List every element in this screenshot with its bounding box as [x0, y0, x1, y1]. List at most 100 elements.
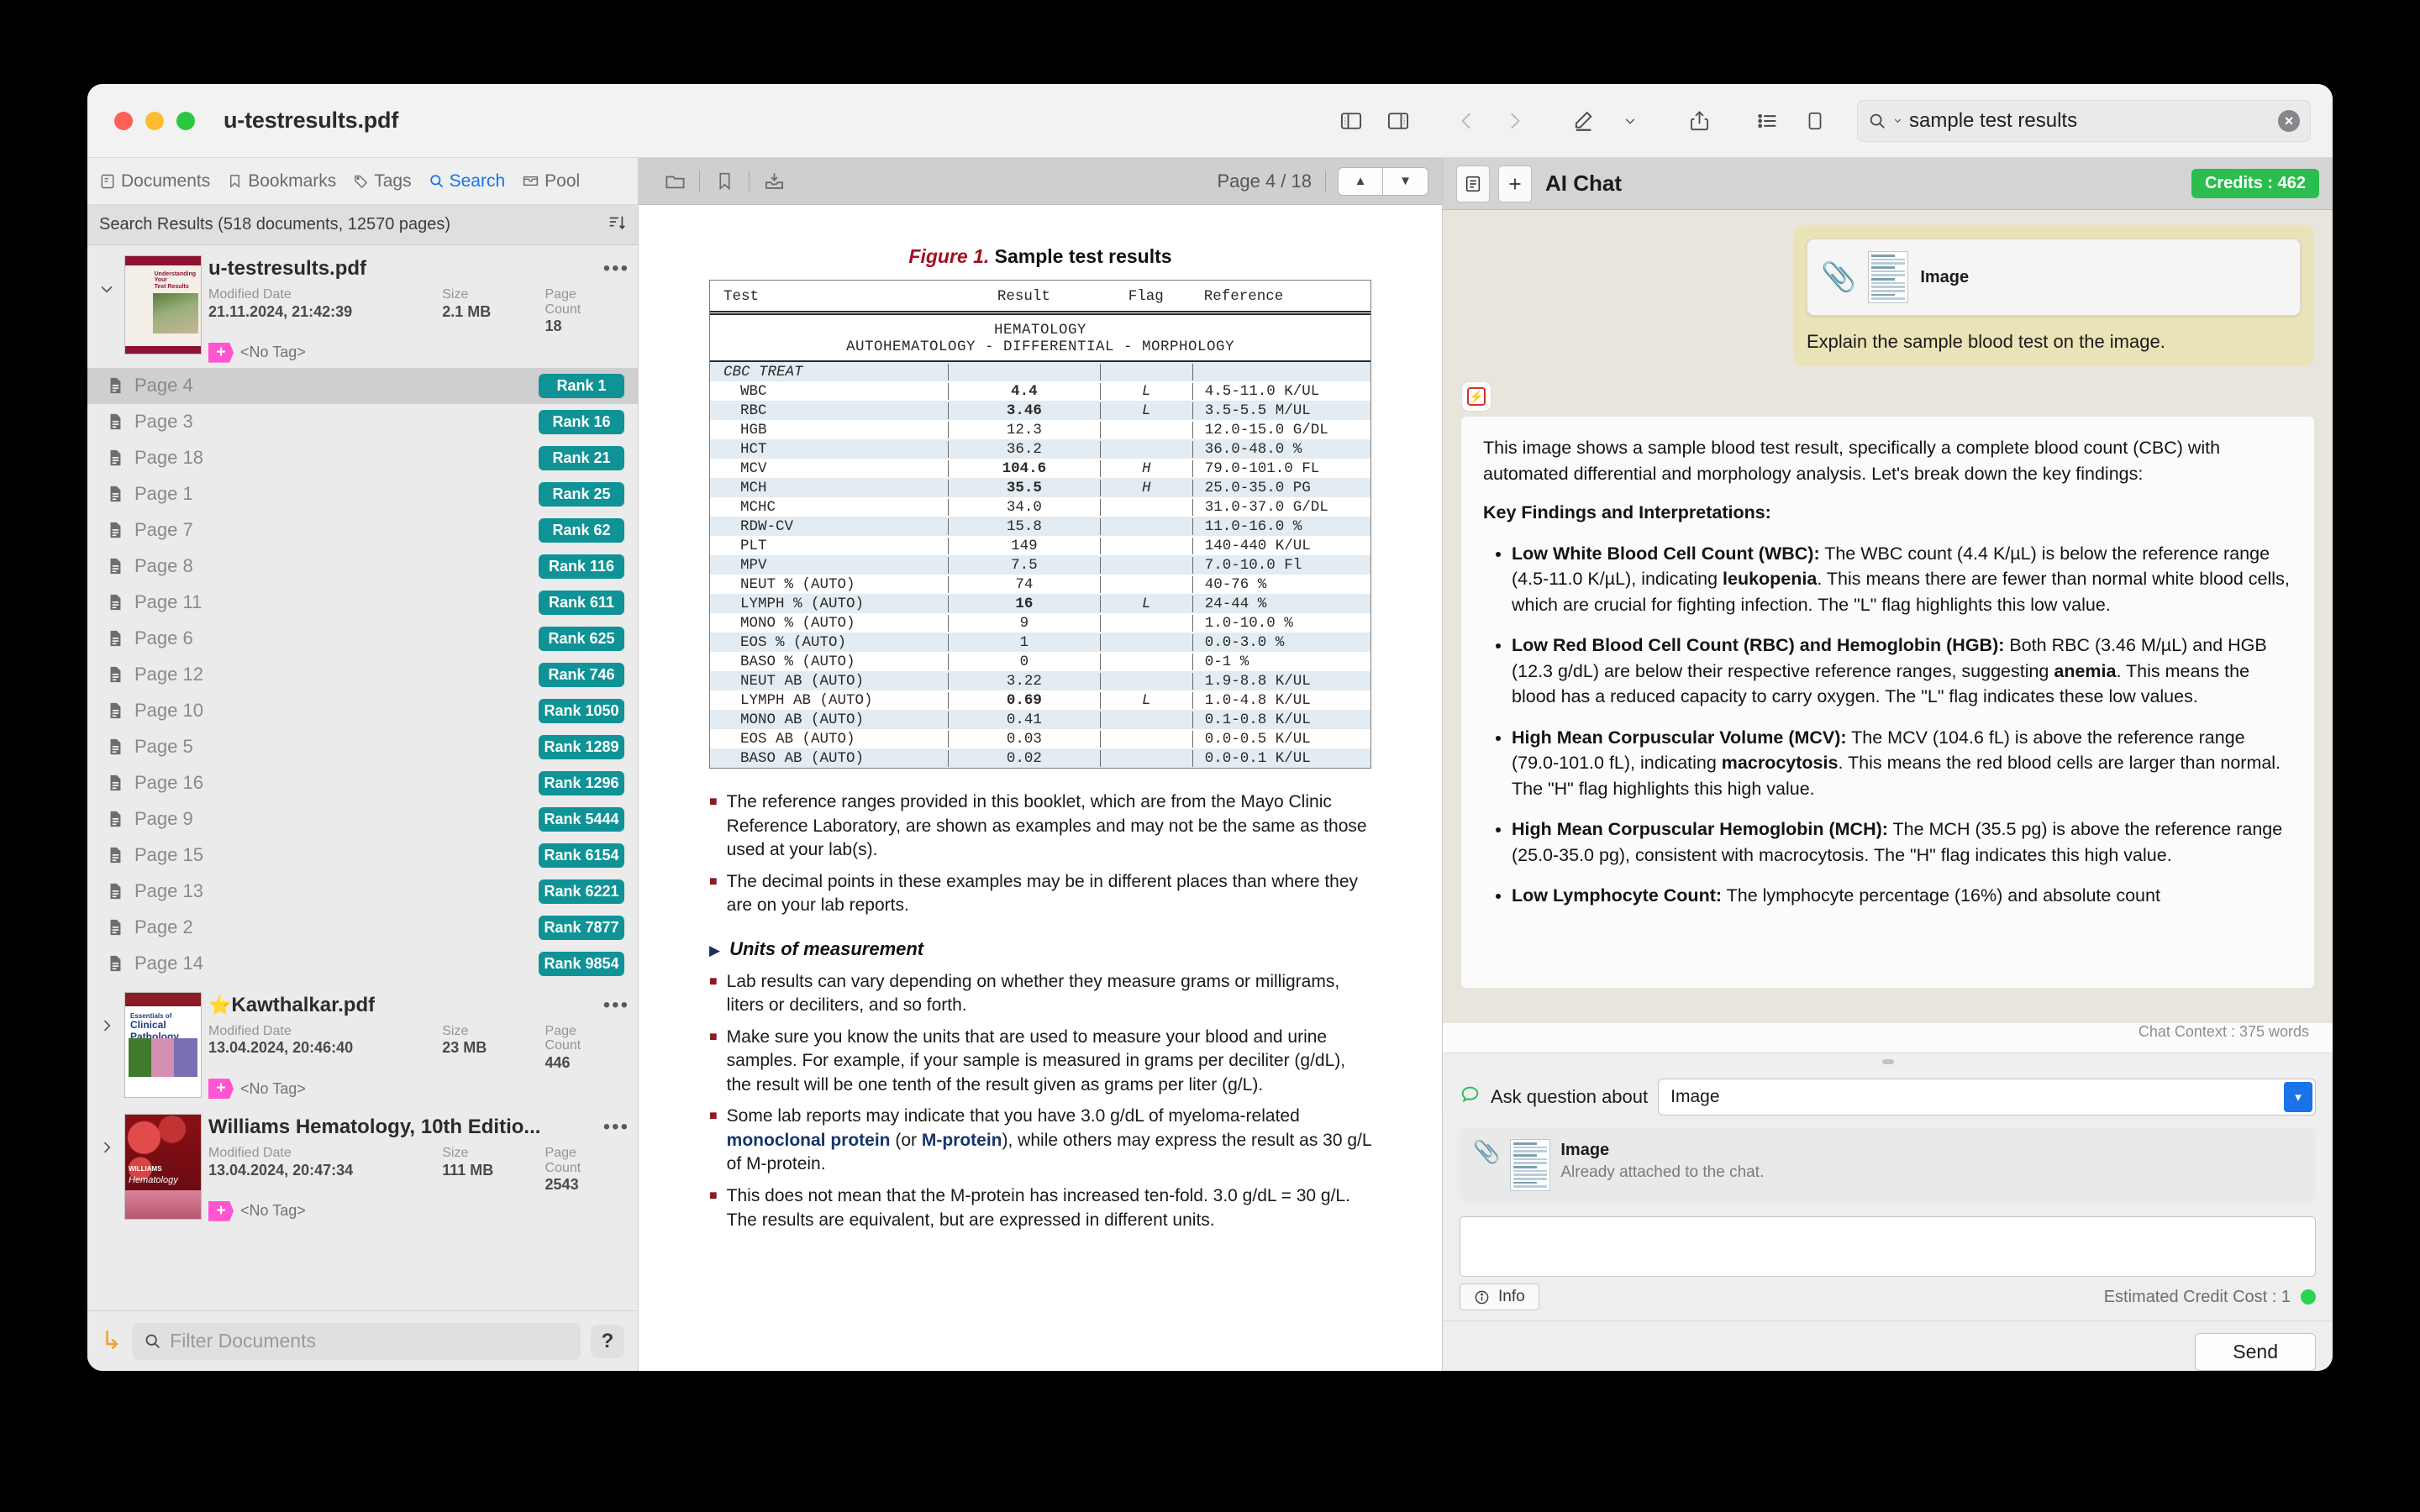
add-tag-button[interactable]: + [208, 342, 234, 363]
page-result-row[interactable]: Page 2 Rank 7877 [87, 910, 638, 946]
cell-reference: 1.0-4.8 K/UL [1192, 691, 1370, 709]
table-row: RDW-CV 15.8 11.0-16.0 % [710, 517, 1370, 536]
chat-title: AI Chat [1545, 171, 1622, 196]
previous-page-button[interactable]: ▲ [1338, 166, 1383, 196]
table-row: HGB 12.3 12.0-15.0 G/DL [710, 420, 1370, 439]
close-window-button[interactable] [114, 111, 133, 130]
cell-flag [1099, 653, 1192, 670]
page-result-row[interactable]: Page 12 Rank 746 [87, 657, 638, 693]
sidebar-tab-documents[interactable]: Documents [99, 171, 210, 192]
help-button[interactable]: ? [591, 1324, 624, 1358]
ask-about-select[interactable]: Image ▾ [1658, 1079, 2316, 1116]
page-result-row[interactable]: Page 16 Rank 1296 [87, 765, 638, 801]
cell-result: 74 [947, 575, 1100, 593]
pending-attachment[interactable]: 📎 Image Already attached to the chat. [1460, 1127, 2316, 1203]
chevron-down-icon[interactable] [96, 255, 118, 363]
return-arrow-icon[interactable]: ↳ [101, 1326, 122, 1356]
page-icon [106, 701, 124, 720]
add-tag-button[interactable]: + [208, 1200, 234, 1221]
chevron-down-icon[interactable] [1607, 97, 1654, 144]
assistant-heading: Key Findings and Interpretations: [1483, 502, 1771, 523]
column-header-result: Result [997, 288, 1050, 305]
page-view-icon[interactable] [1791, 97, 1839, 144]
pdf-page-content[interactable]: Figure 1. Sample test results Test Resul… [639, 205, 1442, 1371]
page-result-row[interactable]: Page 10 Rank 1050 [87, 693, 638, 729]
maximize-window-button[interactable] [176, 111, 195, 130]
cell-reference: 3.5-5.5 M/UL [1192, 402, 1370, 419]
page-result-row[interactable]: Page 13 Rank 6221 [87, 874, 638, 910]
page-result-row[interactable]: Page 14 Rank 9854 [87, 946, 638, 982]
annotate-icon[interactable] [1560, 97, 1607, 144]
forward-icon[interactable] [1491, 97, 1538, 144]
minimize-window-button[interactable] [145, 111, 164, 130]
list-icon[interactable] [1744, 97, 1791, 144]
sidebar-tab-search[interactable]: Search [429, 171, 505, 192]
attachment-name: Image [1920, 267, 1970, 286]
page-label: Page 9 [134, 808, 193, 830]
info-button[interactable]: Info [1460, 1284, 1539, 1310]
page-result-row[interactable]: Page 1 Rank 25 [87, 476, 638, 512]
new-chat-plus-icon[interactable] [1498, 165, 1532, 202]
bullet-text: Lab results can vary depending on whethe… [726, 971, 1340, 1016]
search-results-header: Search Results (518 documents, 12570 pag… [87, 205, 638, 245]
sidebar-left-icon[interactable] [1328, 97, 1375, 144]
page-result-row[interactable]: Page 5 Rank 1289 [87, 729, 638, 765]
bullet-item: ■ The reference ranges provided in this … [709, 790, 1371, 863]
table-row: EOS AB (AUTO) 0.03 0.0-0.5 K/UL [710, 729, 1370, 748]
page-result-row[interactable]: Page 11 Rank 611 [87, 585, 638, 621]
sidebar-tab-bookmarks[interactable]: Bookmarks [227, 171, 336, 192]
sort-descending-icon[interactable] [608, 213, 626, 237]
page-result-row[interactable]: Page 3 Rank 16 [87, 404, 638, 440]
cell-reference: 0.1-0.8 K/UL [1192, 711, 1370, 728]
sidebar-tab-pool[interactable]: Pool [522, 171, 580, 192]
document-entry[interactable]: Essentials of Clinical Pathology ⭐Kawthalk… [87, 982, 638, 1105]
cell-flag [1099, 614, 1192, 632]
clear-search-icon[interactable]: × [2278, 109, 2300, 132]
chevron-right-icon[interactable] [96, 1114, 118, 1221]
share-icon[interactable] [1676, 97, 1723, 144]
search-input[interactable]: sample test results × [1857, 99, 2311, 142]
message-attachment-card[interactable]: 📎 Image [1807, 239, 2301, 316]
page-result-row[interactable]: Page 8 Rank 116 [87, 549, 638, 585]
favorite-star-icon[interactable]: ⭐ [208, 995, 231, 1016]
cell-test: MONO % (AUTO) [740, 614, 855, 632]
document-more-menu-icon[interactable]: ••• [595, 257, 629, 281]
page-result-row[interactable]: Page 15 Rank 6154 [87, 837, 638, 874]
filter-documents-input[interactable]: Filter Documents [132, 1322, 581, 1360]
search-results-list[interactable]: Understanding Your Test Results u-testresu… [87, 245, 638, 1310]
group-label: CBC TREAT [723, 363, 803, 381]
page-result-row[interactable]: Page 18 Rank 21 [87, 440, 638, 476]
window-controls[interactable] [87, 111, 195, 130]
page-result-row[interactable]: Page 4 Rank 1 [87, 367, 638, 404]
table-row: WBC 4.4 L 4.5-11.0 K/UL [710, 381, 1370, 401]
chat-compose-input[interactable] [1460, 1216, 2316, 1277]
document-more-menu-icon[interactable]: ••• [595, 1116, 629, 1139]
page-icon [106, 738, 124, 756]
pool-icon [522, 172, 539, 190]
download-inbox-icon[interactable] [751, 170, 797, 192]
folder-icon[interactable] [652, 170, 697, 192]
panel-resize-handle[interactable] [1443, 1053, 2333, 1070]
document-more-menu-icon[interactable]: ••• [595, 994, 629, 1017]
add-tag-button[interactable]: + [208, 1079, 234, 1100]
sidebar-right-icon[interactable] [1375, 97, 1422, 144]
column-header-test: Test [723, 288, 760, 305]
chat-messages[interactable]: 📎 Image Explain the sample blood test on… [1443, 210, 2333, 1023]
assistant-avatar: ⚡ [1461, 381, 1491, 412]
cell-test: RDW-CV [740, 517, 794, 535]
page-result-row[interactable]: Page 7 Rank 62 [87, 512, 638, 549]
cell-result: 1 [947, 633, 1100, 651]
document-thumbnail: Essentials of Clinical Pathology [124, 991, 202, 1098]
history-list-icon[interactable] [1456, 165, 1490, 202]
chevron-down-icon[interactable]: ▾ [2284, 1082, 2312, 1112]
page-result-row[interactable]: Page 6 Rank 625 [87, 621, 638, 657]
chevron-right-icon[interactable] [96, 992, 118, 1100]
next-page-button[interactable]: ▼ [1383, 166, 1428, 196]
document-entry[interactable]: WILLIAMS Hematology Williams Hematology,… [87, 1104, 638, 1226]
back-icon[interactable] [1444, 97, 1491, 144]
page-result-row[interactable]: Page 9 Rank 5444 [87, 801, 638, 837]
document-entry[interactable]: Understanding Your Test Results u-testresu… [87, 245, 638, 368]
sidebar-tab-tags[interactable]: Tags [353, 171, 412, 192]
send-button[interactable]: Send [2195, 1333, 2316, 1371]
bookmark-icon[interactable] [702, 171, 747, 192]
